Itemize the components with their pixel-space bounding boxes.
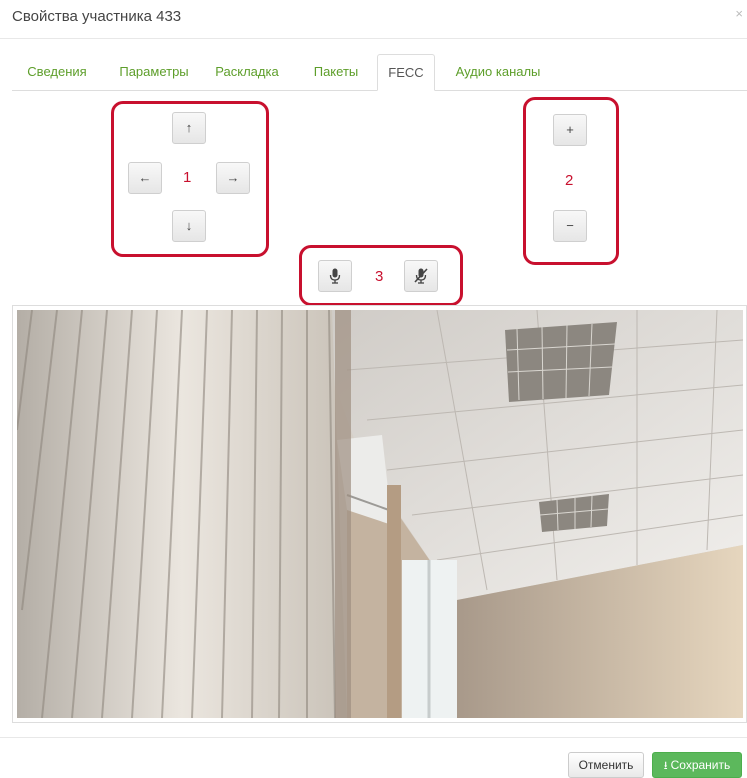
camera-video-feed <box>17 310 743 718</box>
zoom-in-button[interactable]: + <box>553 114 587 146</box>
tab-layout[interactable]: Раскладка <box>202 54 292 90</box>
header-divider <box>0 38 747 39</box>
footer-divider <box>0 737 747 738</box>
annotation-2: 2 <box>565 172 574 189</box>
save-button[interactable]: ⭳ Сохранить <box>652 752 742 778</box>
microphone-muted-icon <box>414 268 428 284</box>
microphone-mute-button[interactable] <box>404 260 438 292</box>
tab-audio-channels[interactable]: Аудио каналы <box>442 54 554 90</box>
vertical-blinds <box>17 310 347 718</box>
camera-down-button[interactable]: ↓ <box>172 210 206 242</box>
annotation-1: 1 <box>183 169 192 186</box>
microphone-button[interactable] <box>318 260 352 292</box>
dialog-title: Свойства участника 433 <box>12 8 182 25</box>
microphone-icon <box>329 268 341 284</box>
tab-info[interactable]: Сведения <box>12 54 102 90</box>
camera-up-button[interactable]: ↑ <box>172 112 206 144</box>
ceiling-light-panel <box>505 322 617 402</box>
zoom-out-button[interactable]: − <box>553 210 587 242</box>
camera-left-button[interactable]: ← <box>128 162 162 194</box>
camera-video-frame <box>12 305 747 723</box>
tab-bar: Сведения Параметры Раскладка Пакеты FECC… <box>12 54 747 91</box>
save-button-label: Сохранить <box>670 758 731 772</box>
tab-parameters[interactable]: Параметры <box>108 54 200 90</box>
close-icon[interactable]: × <box>735 6 743 21</box>
tab-fecc[interactable]: FECC <box>377 54 435 91</box>
tab-packets[interactable]: Пакеты <box>300 54 372 90</box>
cancel-button[interactable]: Отменить <box>568 752 644 778</box>
upload-icon: ⭳ <box>663 760 668 772</box>
annotation-3: 3 <box>375 268 384 285</box>
camera-right-button[interactable]: → <box>216 162 250 194</box>
